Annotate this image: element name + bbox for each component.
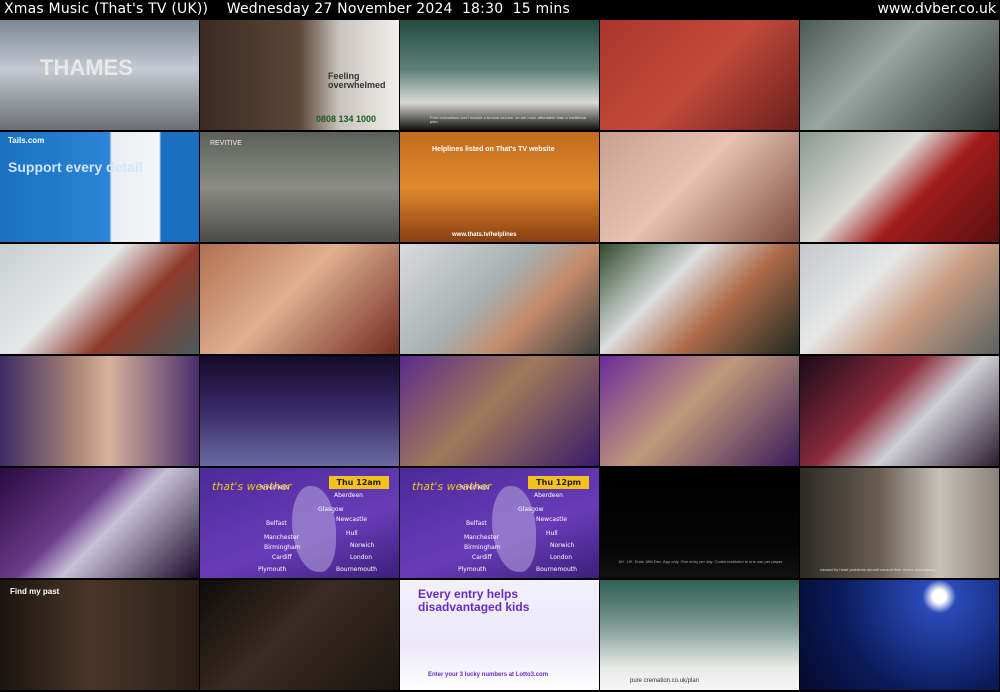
thumbnail-grid: THAMES Feeling overwhelmed 0808 134 1000 Pu… <box>0 20 1000 692</box>
weather-city-label: Aberdeen <box>534 492 563 499</box>
thumbnail-frame[interactable]: that's weather Thu 12am Inverness Aberdeen G… <box>200 468 399 578</box>
thumbnail-frame[interactable] <box>0 468 199 578</box>
weather-city-label: Aberdeen <box>334 492 363 499</box>
weather-city-label: Belfast <box>266 520 287 527</box>
weather-city-label: Plymouth <box>458 566 487 573</box>
weather-city-label: Birmingham <box>464 544 501 551</box>
thumbnail-subcaption: Enter your 3 lucky numbers at Lotto3.com <box>428 672 549 678</box>
thumbnail-subcaption: 0808 134 1000 <box>316 114 377 124</box>
thumbnail-frame[interactable] <box>400 356 599 466</box>
thumbnail-subcaption: www.thats.tv/helplines <box>452 232 517 238</box>
thumbnail-frame[interactable] <box>600 20 799 130</box>
thumbnail-frame[interactable] <box>400 244 599 354</box>
thumbnail-frame[interactable]: Feeling overwhelmed 0808 134 1000 <box>200 20 399 130</box>
weather-city-label: Bournemouth <box>536 566 577 573</box>
uk-map <box>292 486 336 572</box>
time-badge: Thu 12pm <box>528 476 589 489</box>
thumbnail-frame[interactable] <box>600 244 799 354</box>
thumbnail-caption: REVITIVE <box>210 140 242 147</box>
weather-city-label: Inverness <box>260 484 289 491</box>
weather-city-label: Manchester <box>264 534 300 541</box>
thumbnail-caption: Find my past <box>10 587 60 596</box>
thumbnail-frame[interactable]: 18+. UK. Ends 18th Dec. App only. One en… <box>600 468 799 578</box>
thumbnail-frame[interactable]: that's weather Thu 12pm Inverness Aberdeen G… <box>400 468 599 578</box>
thumbnail-frame[interactable]: REVITIVE <box>200 132 399 242</box>
thumbnail-frame[interactable]: Find my past <box>0 580 199 690</box>
thumbnail-frame[interactable] <box>800 132 999 242</box>
thumbnail-frame[interactable] <box>800 356 999 466</box>
weather-city-label: London <box>350 554 372 561</box>
weather-city-label: Glasgow <box>318 506 344 513</box>
thumbnail-frame[interactable] <box>600 356 799 466</box>
thumbnail-caption: 18+. UK. Ends 18th Dec. App only. One en… <box>618 559 784 564</box>
weather-city-label: Newcastle <box>336 516 367 523</box>
weather-city-label: Inverness <box>460 484 489 491</box>
time-badge: Thu 12am <box>328 476 389 489</box>
thumbnail-caption: caused by heart problems should consult … <box>820 567 937 572</box>
weather-map: that's weather Thu 12pm Inverness Aberdeen G… <box>400 468 599 578</box>
weather-city-label: Cardiff <box>472 554 492 561</box>
thumbnail-caption: Every entry helps disadvantaged kids <box>418 587 530 614</box>
weather-map: that's weather Thu 12am Inverness Aberdeen G… <box>200 468 399 578</box>
thumbnail-frame[interactable]: THAMES <box>0 20 199 130</box>
thumbnail-caption: THAMES <box>40 55 133 80</box>
uk-map <box>492 486 536 572</box>
weather-city-label: Cardiff <box>272 554 292 561</box>
thumbnail-frame[interactable] <box>0 356 199 466</box>
thumbnail-caption: Feeling overwhelmed <box>328 71 386 91</box>
thumbnail-frame[interactable]: caused by heart problems should consult … <box>800 468 999 578</box>
thumbnail-frame[interactable] <box>600 132 799 242</box>
thumbnail-caption: Helplines listed on That's TV website <box>432 146 555 153</box>
weather-city-label: Bournemouth <box>336 566 377 573</box>
thumbnail-frame[interactable] <box>0 244 199 354</box>
thumbnail-frame[interactable]: Every entry helps disadvantaged kids Ente… <box>400 580 599 690</box>
weather-city-label: Glasgow <box>518 506 544 513</box>
thumbnail-frame[interactable] <box>200 244 399 354</box>
weather-city-label: Newcastle <box>536 516 567 523</box>
weather-city-label: Norwich <box>550 542 575 549</box>
site-link[interactable]: www.dvber.co.uk <box>877 1 996 17</box>
thumbnail-subcaption: Tails.com <box>8 136 45 145</box>
weather-city-label: Plymouth <box>258 566 287 573</box>
thumbnail-caption: pure cremation.co.uk/plan <box>630 678 700 684</box>
thumbnail-frame[interactable]: Helplines listed on That's TV website www… <box>400 132 599 242</box>
weather-city-label: Birmingham <box>264 544 301 551</box>
thumbnail-frame[interactable] <box>800 244 999 354</box>
weather-city-label: Hull <box>546 530 558 537</box>
thumbnail-frame[interactable] <box>200 356 399 466</box>
thumbnail-frame[interactable]: Support every detail Tails.com <box>0 132 199 242</box>
weather-city-label: Belfast <box>466 520 487 527</box>
thumbnail-frame[interactable] <box>200 580 399 690</box>
page-title: Xmas Music (That's TV (UK)) Wednesday 27… <box>4 1 570 17</box>
weather-city-label: London <box>550 554 572 561</box>
weather-city-label: Norwich <box>350 542 375 549</box>
header-bar: Xmas Music (That's TV (UK)) Wednesday 27… <box>0 0 1000 20</box>
thumbnail-caption: Support every detail <box>8 159 143 175</box>
thumbnail-frame[interactable]: pure cremation.co.uk/plan <box>600 580 799 690</box>
thumbnail-caption: Pure cremations don't include a funeral … <box>430 115 587 125</box>
thumbnail-frame[interactable]: Pure cremations don't include a funeral … <box>400 20 599 130</box>
weather-city-label: Hull <box>346 530 358 537</box>
thumbnail-frame[interactable] <box>800 580 999 690</box>
thumbnail-frame[interactable] <box>800 20 999 130</box>
weather-city-label: Manchester <box>464 534 500 541</box>
